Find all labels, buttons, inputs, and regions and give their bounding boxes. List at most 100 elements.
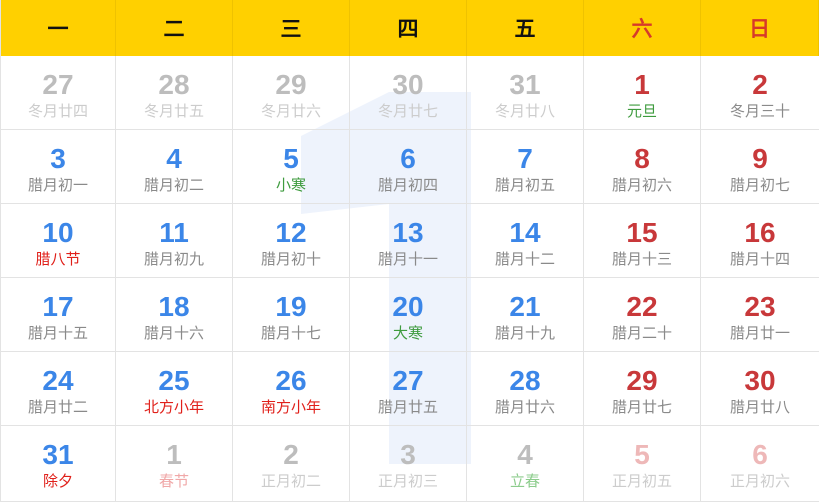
day-cell[interactable]: 27 冬月廿四	[1, 56, 116, 130]
day-cell[interactable]: 23 腊月廿一	[701, 278, 819, 352]
day-cell[interactable]: 26 南方小年	[233, 352, 350, 426]
lunar-date-label: 腊月初七	[729, 176, 790, 194]
day-cell[interactable]: 2 正月初二	[233, 426, 350, 502]
lunar-date-label: 冬月廿六	[260, 102, 321, 120]
lunar-date-label: 腊月十七	[260, 324, 321, 342]
day-cell[interactable]: 1 元旦	[584, 56, 701, 130]
day-cell[interactable]: 14 腊月十二	[467, 204, 584, 278]
day-number: 3	[400, 439, 416, 470]
festival-label: 腊八节	[35, 250, 81, 268]
lunar-date-label: 腊月初十	[260, 250, 321, 268]
festival-label: 南方小年	[260, 398, 321, 416]
lunar-date-label: 冬月廿五	[143, 102, 204, 120]
day-cell[interactable]: 15 腊月十三	[584, 204, 701, 278]
day-number: 29	[275, 69, 307, 100]
day-number: 22	[626, 291, 658, 322]
day-cell[interactable]: 28 腊月廿六	[467, 352, 584, 426]
day-number: 9	[752, 143, 768, 174]
day-number: 4	[166, 143, 182, 174]
festival-label: 除夕	[42, 472, 73, 490]
day-number: 5	[283, 143, 299, 174]
day-number: 6	[400, 143, 416, 174]
day-cell[interactable]: 19 腊月十七	[233, 278, 350, 352]
day-cell[interactable]: 3 腊月初一	[1, 130, 116, 204]
day-cell[interactable]: 31 除夕	[1, 426, 116, 502]
day-cell[interactable]: 5 正月初五	[584, 426, 701, 502]
day-cell[interactable]: 18 腊月十六	[116, 278, 233, 352]
day-cell[interactable]: 29 冬月廿六	[233, 56, 350, 130]
day-number: 3	[50, 143, 66, 174]
weekday-header-wed: 三	[233, 0, 350, 56]
day-cell[interactable]: 30 冬月廿七	[350, 56, 467, 130]
day-number: 24	[42, 365, 74, 396]
day-cell[interactable]: 1 春节	[116, 426, 233, 502]
lunar-date-label: 腊月十一	[377, 250, 438, 268]
day-cell[interactable]: 6 腊月初四	[350, 130, 467, 204]
day-cell[interactable]: 6 正月初六	[701, 426, 819, 502]
lunar-date-label: 正月初五	[611, 472, 672, 490]
day-cell[interactable]: 9 腊月初七	[701, 130, 819, 204]
lunar-date-label: 冬月廿四	[27, 102, 88, 120]
day-cell[interactable]: 17 腊月十五	[1, 278, 116, 352]
lunar-date-label: 冬月廿八	[494, 102, 555, 120]
solar-term-label: 大寒	[392, 324, 423, 342]
day-number: 17	[42, 291, 74, 322]
day-number: 6	[752, 439, 768, 470]
day-cell[interactable]: 7 腊月初五	[467, 130, 584, 204]
day-cell[interactable]: 31 冬月廿八	[467, 56, 584, 130]
lunar-date-label: 腊月十四	[729, 250, 790, 268]
day-number: 26	[275, 365, 307, 396]
day-cell[interactable]: 27 腊月廿五	[350, 352, 467, 426]
day-cell[interactable]: 20 大寒	[350, 278, 467, 352]
day-number: 27	[42, 69, 74, 100]
day-number: 5	[634, 439, 650, 470]
lunar-date-label: 正月初六	[729, 472, 790, 490]
day-cell[interactable]: 12 腊月初十	[233, 204, 350, 278]
lunar-date-label: 腊月十五	[27, 324, 88, 342]
solar-term-label: 元旦	[626, 102, 657, 120]
day-number: 16	[744, 217, 776, 248]
day-number: 21	[509, 291, 541, 322]
day-cell[interactable]: 4 腊月初二	[116, 130, 233, 204]
day-number: 30	[744, 365, 776, 396]
day-cell[interactable]: 4 立春	[467, 426, 584, 502]
lunar-date-label: 腊月廿二	[27, 398, 88, 416]
weekday-header-fri: 五	[467, 0, 584, 56]
day-cell[interactable]: 16 腊月十四	[701, 204, 819, 278]
day-cell[interactable]: 13 腊月十一	[350, 204, 467, 278]
day-number: 14	[509, 217, 541, 248]
day-number: 23	[744, 291, 776, 322]
lunar-date-label: 腊月廿一	[729, 324, 790, 342]
day-cell[interactable]: 29 腊月廿七	[584, 352, 701, 426]
day-cell[interactable]: 30 腊月廿八	[701, 352, 819, 426]
day-cell[interactable]: 2 冬月三十	[701, 56, 819, 130]
day-cell[interactable]: 22 腊月二十	[584, 278, 701, 352]
solar-term-label: 小寒	[275, 176, 306, 194]
day-cell[interactable]: 28 冬月廿五	[116, 56, 233, 130]
festival-label: 春节	[158, 472, 189, 490]
lunar-date-label: 腊月初六	[611, 176, 672, 194]
day-cell[interactable]: 10 腊八节	[1, 204, 116, 278]
day-number: 13	[392, 217, 424, 248]
lunar-date-label: 腊月初一	[27, 176, 88, 194]
day-cell[interactable]: 21 腊月十九	[467, 278, 584, 352]
lunar-date-label: 腊月廿六	[494, 398, 555, 416]
day-cell[interactable]: 5 小寒	[233, 130, 350, 204]
lunar-date-label: 腊月初五	[494, 176, 555, 194]
day-number: 11	[159, 217, 189, 248]
day-number: 19	[275, 291, 307, 322]
weekday-header-sun: 日	[701, 0, 819, 56]
weekday-header-tue: 二	[116, 0, 233, 56]
day-cell[interactable]: 3 正月初三	[350, 426, 467, 502]
weekday-header-mon: 一	[1, 0, 116, 56]
lunar-date-label: 冬月廿七	[377, 102, 438, 120]
day-cell[interactable]: 24 腊月廿二	[1, 352, 116, 426]
lunar-date-label: 腊月十二	[494, 250, 555, 268]
day-cell[interactable]: 25 北方小年	[116, 352, 233, 426]
lunar-date-label: 腊月初四	[377, 176, 438, 194]
day-number: 29	[626, 365, 658, 396]
day-cell[interactable]: 8 腊月初六	[584, 130, 701, 204]
lunar-date-label: 正月初二	[260, 472, 321, 490]
day-number: 20	[392, 291, 424, 322]
day-cell[interactable]: 11 腊月初九	[116, 204, 233, 278]
